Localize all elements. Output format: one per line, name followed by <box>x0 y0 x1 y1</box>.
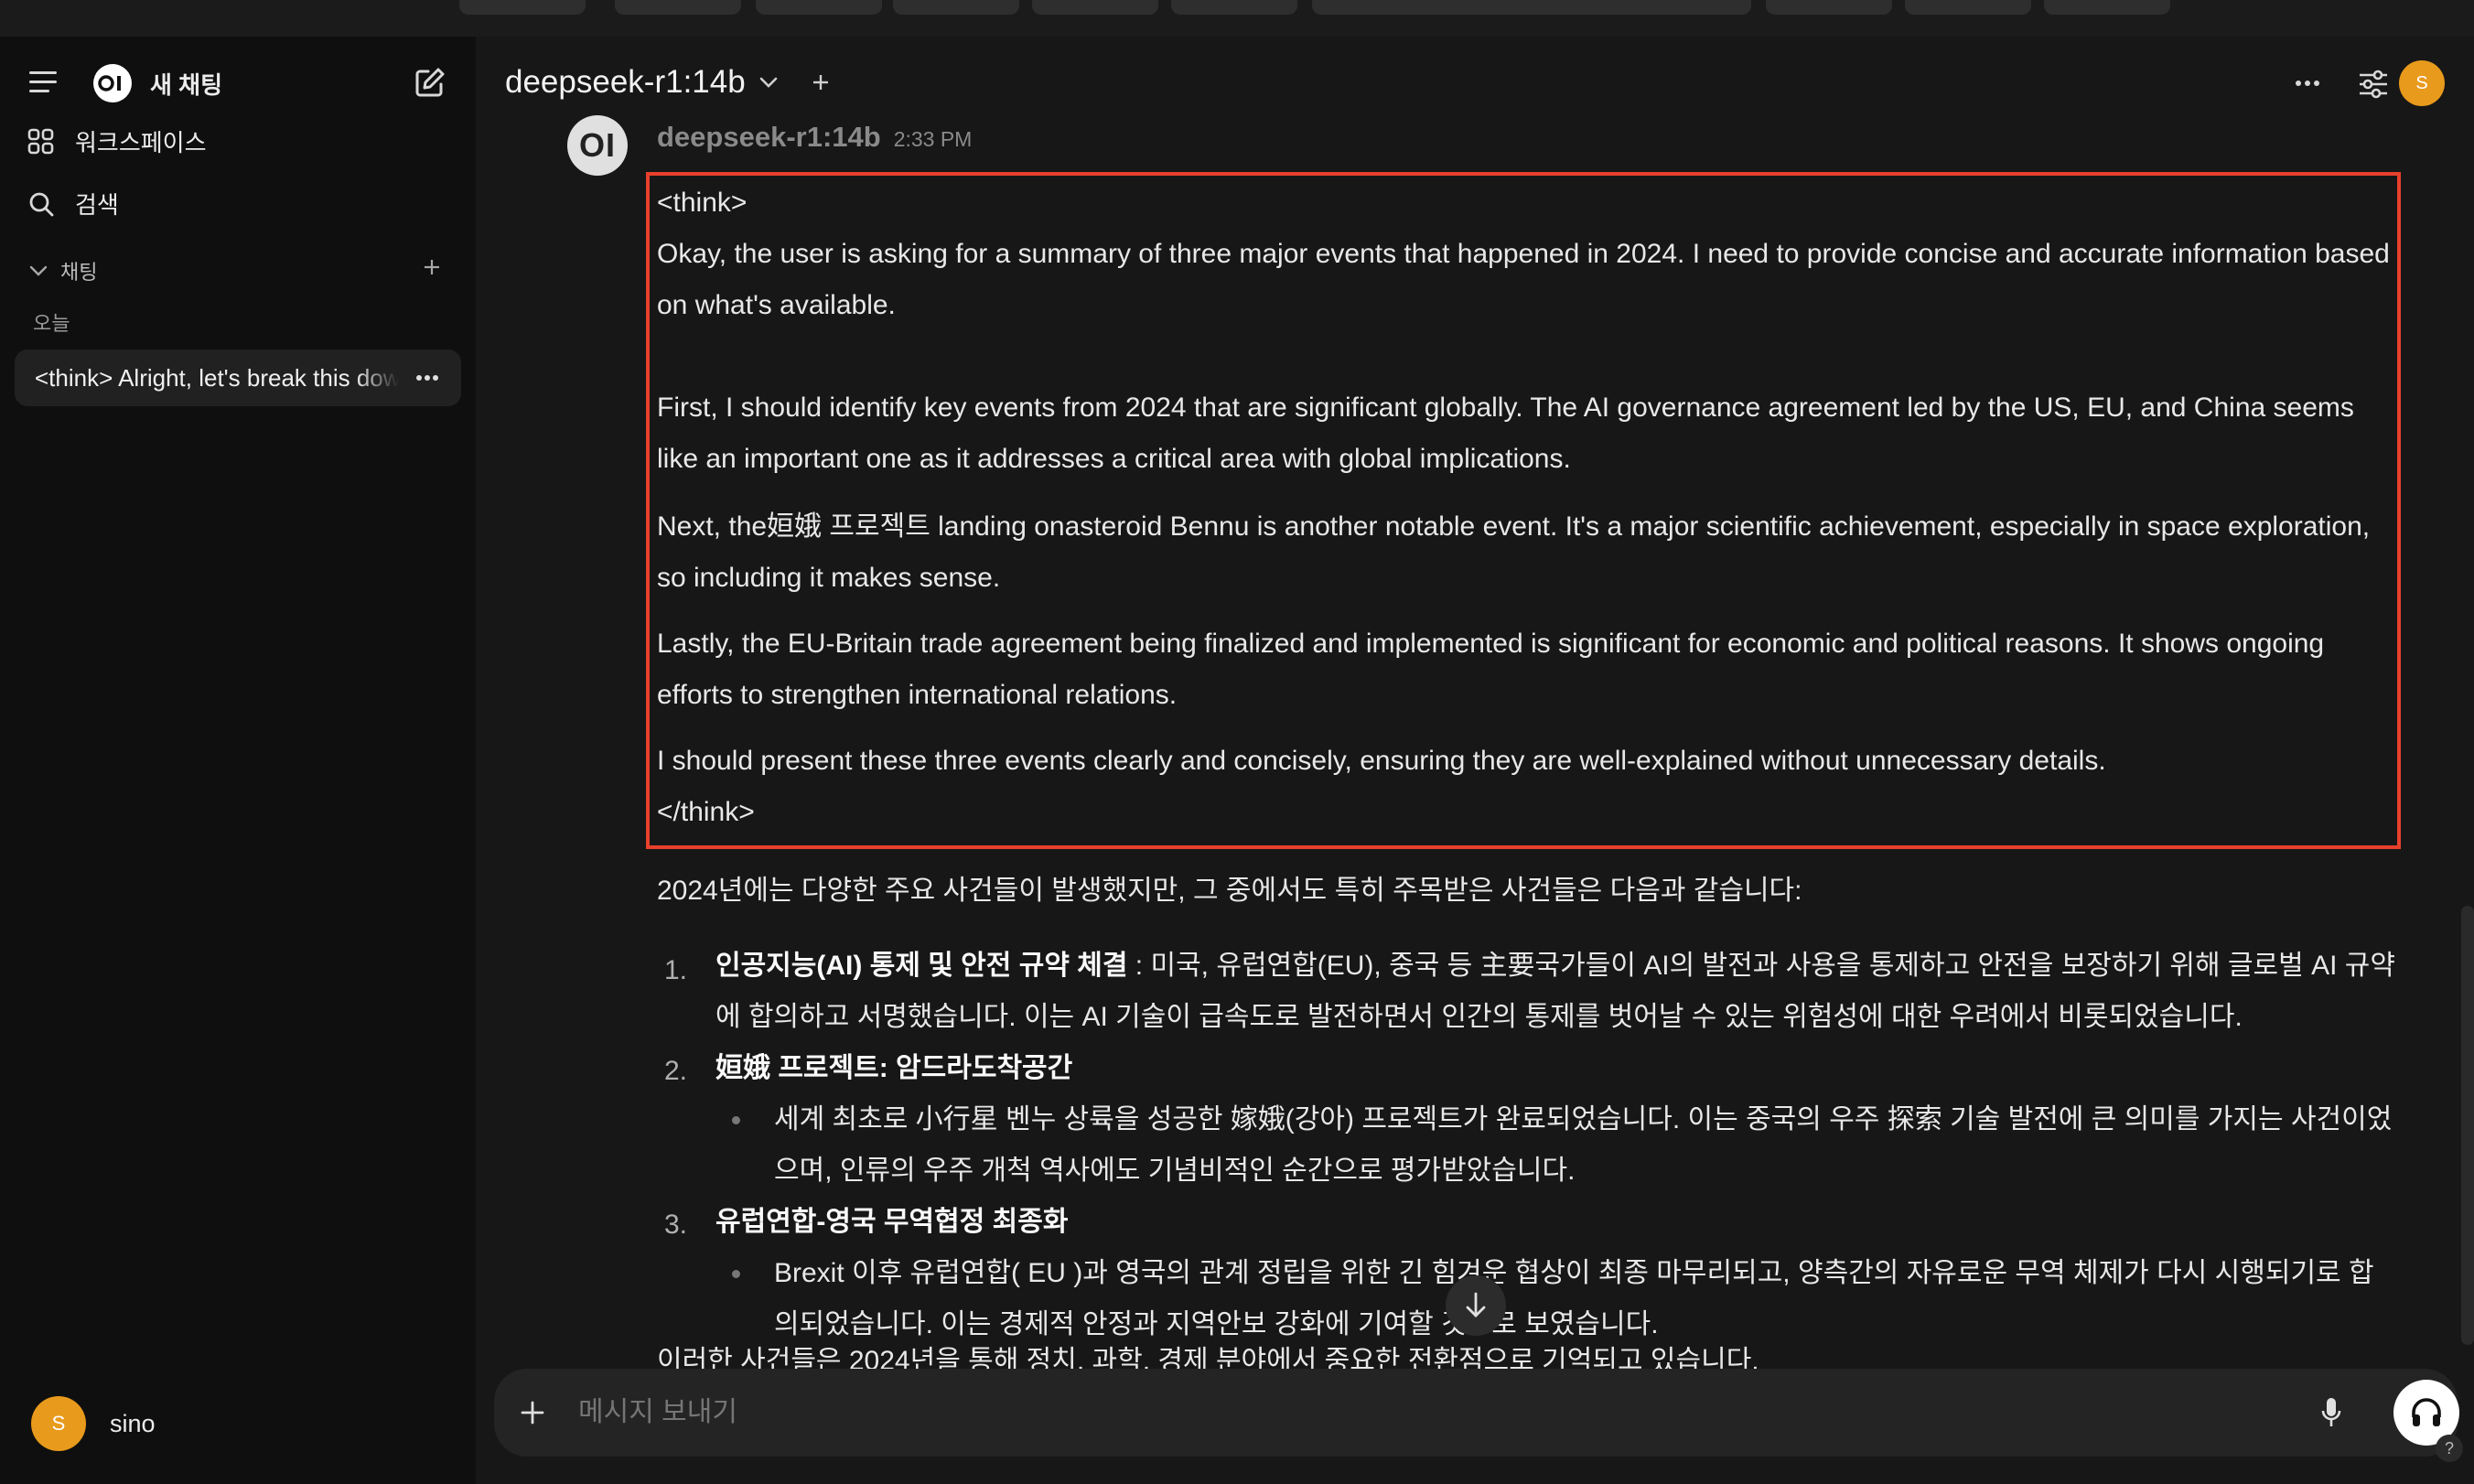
browser-tab[interactable] <box>615 0 741 15</box>
microphone-icon <box>2321 1398 2341 1426</box>
date-group-today: 오늘 <box>33 307 70 337</box>
browser-tab-strip <box>0 0 2474 37</box>
think-paragraph: Okay, the user is asking for a summary o… <box>657 239 2390 320</box>
list-item-title: 유럽연합-영국 무역협정 최종화 <box>715 1207 1069 1237</box>
bullet-dot <box>732 1116 740 1124</box>
chevron-down-icon <box>759 77 778 88</box>
browser-address-bar[interactable] <box>1312 0 1751 15</box>
model-logo-text: OI <box>578 126 616 164</box>
answer-outro: 이러한 사건들은 2024년을 통해 정치, 과학, 경제 분야에서 중요한 전… <box>657 1346 1759 1372</box>
message-input[interactable] <box>578 1389 2225 1436</box>
more-options-button[interactable] <box>2287 68 2328 99</box>
menu-icon <box>29 71 57 92</box>
openwebui-logo-icon <box>93 64 132 102</box>
attach-button[interactable] <box>514 1394 551 1431</box>
model-selector[interactable]: deepseek-r1:14b <box>505 64 830 101</box>
browser-tab[interactable] <box>1171 0 1297 15</box>
new-chat-label: 새 채팅 <box>150 70 222 99</box>
sidebar-item-label: 워크스페이스 <box>75 129 207 156</box>
pencil-square-icon <box>415 68 445 97</box>
date-group-label: 오늘 <box>33 312 70 335</box>
message-input-bar <box>494 1369 2459 1457</box>
sliders-icon <box>2360 70 2387 99</box>
message-time: 2:33 PM <box>893 127 973 151</box>
ellipsis-icon <box>416 375 438 381</box>
message-sender: deepseek-r1:14b <box>657 121 881 153</box>
add-model-icon[interactable] <box>812 73 830 91</box>
workspace-grid-icon <box>27 128 54 154</box>
scroll-to-bottom-button[interactable] <box>1446 1275 1506 1336</box>
list-number: 2. <box>664 1056 688 1086</box>
voice-input-button[interactable] <box>2313 1393 2350 1433</box>
list-item-title: 인공지능(AI) 통제 및 안전 규약 체결 <box>715 951 1128 981</box>
think-close-tag: </think> <box>657 797 755 827</box>
plus-icon <box>521 1401 544 1425</box>
chats-section-label: 채팅 <box>60 261 98 284</box>
sidebar-item-search[interactable]: 검색 <box>27 187 119 220</box>
browser-tab[interactable] <box>459 0 586 15</box>
header-user-avatar[interactable]: S <box>2399 60 2445 106</box>
list-item: 인공지능(AI) 통제 및 안전 규약 체결 : 미국, 유럽연합(EU), 중… <box>715 941 2399 1043</box>
browser-tab[interactable] <box>893 0 1019 15</box>
think-paragraph: First, I should identify key events from… <box>657 393 2354 474</box>
list-number: 1. <box>664 955 688 985</box>
bullet-dot <box>732 1270 740 1278</box>
browser-tab[interactable] <box>1032 0 1158 15</box>
browser-tab[interactable] <box>2044 0 2170 15</box>
sidebar-item-workspace[interactable]: 워크스페이스 <box>27 124 207 158</box>
chat-scrollbar[interactable] <box>2461 906 2474 1345</box>
plus-icon <box>425 260 439 274</box>
help-button[interactable]: ? <box>2436 1435 2463 1462</box>
list-item: 姮娥 프로젝트: 암드라도착공간 <box>715 1043 2399 1094</box>
search-icon <box>29 192 54 216</box>
headphones-icon <box>2412 1398 2441 1426</box>
browser-tab[interactable] <box>1766 0 1892 15</box>
sidebar: 새 채팅 워크스페이스 검색 채팅 오늘 <think> Alright, le… <box>0 37 476 1484</box>
message-header: deepseek-r1:14b 2:33 PM <box>657 121 972 154</box>
think-open-tag: <think> <box>657 188 748 218</box>
chat-title: <think> Alright, let's break this down <box>35 363 399 392</box>
sidebar-toggle-button[interactable] <box>26 64 62 101</box>
list-sub-item: 세계 최초로 小行星 벤누 상륙을 성공한 嫁娥(강아) 프로젝트가 완료되었습… <box>774 1104 2393 1186</box>
list-item: 유럽연합-영국 무역협정 최종화 <box>715 1197 2399 1248</box>
new-folder-button[interactable] <box>419 254 445 280</box>
chevron-down-icon <box>29 265 48 276</box>
user-menu[interactable]: S sino <box>31 1396 156 1451</box>
compose-button[interactable] <box>410 62 450 102</box>
ellipsis-icon <box>2296 81 2319 86</box>
chat-main: deepseek-r1:14b S OI deepseek-r1:14b 2:3… <box>476 37 2474 1484</box>
chats-section-toggle[interactable]: 채팅 <box>29 256 97 285</box>
new-chat-link[interactable]: 새 채팅 <box>93 64 222 102</box>
list-number: 3. <box>664 1210 688 1240</box>
user-avatar: S <box>31 1396 86 1451</box>
model-name: deepseek-r1:14b <box>505 64 746 100</box>
think-paragraph: Lastly, the EU-Britain trade agreement b… <box>657 629 2325 710</box>
user-name: sino <box>110 1409 156 1437</box>
model-avatar: OI <box>567 115 628 176</box>
chat-options-button[interactable] <box>412 364 443 392</box>
arrow-down-icon <box>1466 1292 1486 1317</box>
controls-button[interactable] <box>2353 64 2393 104</box>
chat-list-item[interactable]: <think> Alright, let's break this down <box>15 349 461 406</box>
answer-intro: 2024년에는 다양한 주요 사건들이 발생했지만, 그 중에서도 특히 주목받… <box>657 876 1802 906</box>
browser-tab[interactable] <box>756 0 882 15</box>
think-paragraph: I should present these three events clea… <box>657 746 2106 776</box>
sidebar-item-label: 검색 <box>75 191 119 219</box>
browser-tab[interactable] <box>1905 0 2031 15</box>
think-paragraph: Next, the姮娥 프로젝트 landing onasteroid Benn… <box>657 511 2371 593</box>
list-item-title: 姮娥 프로젝트: 암드라도착공간 <box>715 1053 1073 1083</box>
